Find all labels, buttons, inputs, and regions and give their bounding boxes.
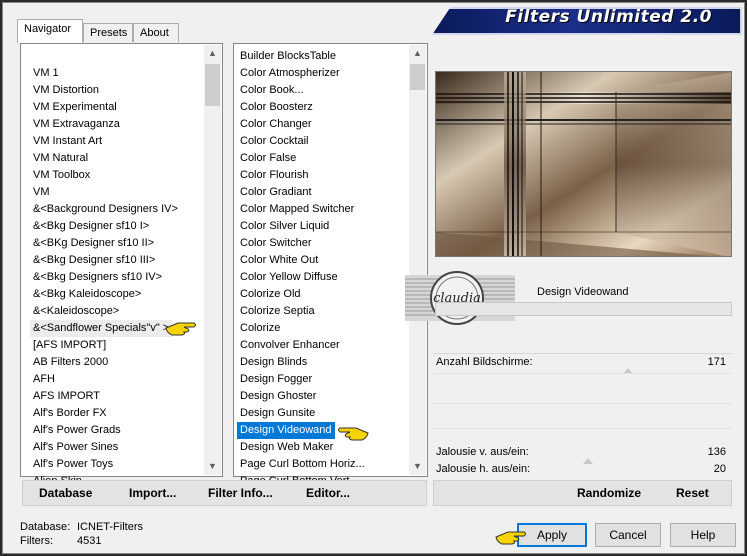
navigator-button-bar: Database Import... Filter Info... Editor… bbox=[22, 480, 427, 506]
filters-count-value: 4531 bbox=[77, 535, 102, 547]
filter-list-item[interactable]: Builder BlocksTable bbox=[237, 48, 339, 65]
tab-presets[interactable]: Presets bbox=[83, 23, 133, 42]
scroll-down-icon[interactable]: ▼ bbox=[204, 458, 221, 475]
param-value-jalousie-v[interactable]: 136 bbox=[708, 446, 726, 458]
tab-about[interactable]: About bbox=[133, 23, 179, 42]
scroll-thumb[interactable] bbox=[410, 64, 425, 90]
help-button[interactable]: Help bbox=[670, 523, 736, 547]
slider-thumb[interactable] bbox=[583, 455, 593, 464]
category-list-item[interactable]: VM Natural bbox=[30, 150, 91, 167]
filters-unlimited-window: Filters Unlimited 2.0 Navigator Presets … bbox=[2, 2, 745, 554]
slider-track bbox=[433, 403, 732, 404]
pointing-hand-icon bbox=[336, 424, 370, 442]
selected-filter-title: Design Videowand bbox=[537, 286, 629, 298]
param-label-anzahl: Anzahl Bildschirme: bbox=[436, 356, 533, 368]
param-value-jalousie-h[interactable]: 20 bbox=[714, 463, 726, 475]
filter-list-item[interactable]: Design Web Maker bbox=[237, 439, 336, 456]
slider-thumb[interactable] bbox=[623, 365, 633, 374]
filter-list-item[interactable]: Color Gradiant bbox=[237, 184, 315, 201]
editor-button[interactable]: Editor... bbox=[306, 486, 350, 500]
filter-list-item[interactable]: Color Flourish bbox=[237, 167, 311, 184]
scroll-thumb[interactable] bbox=[205, 64, 220, 106]
category-list-item[interactable]: AFS IMPORT bbox=[30, 388, 103, 405]
filters-count-label: Filters: bbox=[20, 535, 53, 547]
filter-list-item[interactable]: Color Switcher bbox=[237, 235, 315, 252]
filter-list-item[interactable]: Design Fogger bbox=[237, 371, 315, 388]
slider-track bbox=[433, 373, 732, 374]
filter-list-item[interactable]: Color Changer bbox=[237, 116, 315, 133]
category-list-item[interactable]: VM Extravaganza bbox=[30, 116, 123, 133]
filter-info-button[interactable]: Filter Info... bbox=[208, 486, 273, 500]
filter-list-panel: Builder BlocksTable Color Atmospherizer Co… bbox=[233, 43, 428, 487]
filter-list-item[interactable]: Design Videowand bbox=[237, 422, 335, 439]
reset-button[interactable]: Reset bbox=[676, 486, 709, 500]
category-list-item[interactable]: &<Background Designers IV> bbox=[30, 201, 181, 218]
filter-list-item[interactable]: Colorize Septia bbox=[237, 303, 318, 320]
filter-list-item[interactable]: Colorize bbox=[237, 320, 283, 337]
progress-bar bbox=[435, 302, 732, 316]
category-list-item[interactable]: Alf's Border FX bbox=[30, 405, 110, 422]
category-list-item[interactable]: &<Bkg Designers sf10 IV> bbox=[30, 269, 165, 286]
filter-list-item[interactable]: Color Boosterz bbox=[237, 99, 316, 116]
category-list-item[interactable]: VM 1 bbox=[30, 65, 62, 82]
preview-graphic bbox=[436, 72, 731, 256]
filter-list-item[interactable]: Color Silver Liquid bbox=[237, 218, 332, 235]
filter-list-item[interactable]: Design Ghoster bbox=[237, 388, 319, 405]
category-list-item[interactable]: &<Bkg Kaleidoscope> bbox=[30, 286, 144, 303]
category-list-item[interactable]: AFH bbox=[30, 371, 58, 388]
param-value-anzahl[interactable]: 171 bbox=[708, 356, 726, 368]
param-label-jalousie-v: Jalousie v. aus/ein: bbox=[436, 446, 529, 458]
banner-title: Filters Unlimited 2.0 bbox=[505, 7, 712, 27]
filter-list-item[interactable]: Color White Out bbox=[237, 252, 321, 269]
category-list-item[interactable]: VM Toolbox bbox=[30, 167, 93, 184]
filter-list-item[interactable]: Color Mapped Switcher bbox=[237, 201, 357, 218]
slider-track bbox=[433, 428, 732, 429]
category-list-item[interactable]: &<Sandflower Specials"v" > bbox=[30, 320, 173, 337]
slider-track bbox=[433, 353, 732, 354]
scroll-up-icon[interactable]: ▲ bbox=[204, 45, 221, 62]
filter-list-item[interactable]: Color Book... bbox=[237, 82, 307, 99]
category-list-item[interactable]: Alf's Power Toys bbox=[30, 456, 116, 473]
category-list-item[interactable]: &<BKg Designer sf10 II> bbox=[30, 235, 157, 252]
category-list-item[interactable]: AB Filters 2000 bbox=[30, 354, 111, 371]
scroll-up-icon[interactable]: ▲ bbox=[409, 45, 426, 62]
category-list-item[interactable]: Alf's Power Grads bbox=[30, 422, 124, 439]
category-list-item[interactable]: &<Kaleidoscope> bbox=[30, 303, 122, 320]
filter-list-item[interactable]: Design Gunsite bbox=[237, 405, 318, 422]
category-list-item[interactable]: &<Bkg Designer sf10 III> bbox=[30, 252, 158, 269]
database-value: ICNET-Filters bbox=[77, 521, 143, 533]
category-list-item[interactable]: [AFS IMPORT] bbox=[30, 337, 109, 354]
import-button[interactable]: Import... bbox=[129, 486, 176, 500]
category-list-item[interactable]: Alf's Power Sines bbox=[30, 439, 121, 456]
category-list-item[interactable]: VM Instant Art bbox=[30, 133, 105, 150]
filter-list-item[interactable]: Color False bbox=[237, 150, 299, 167]
pointing-hand-icon bbox=[164, 319, 198, 337]
filter-list-item[interactable]: Convolver Enhancer bbox=[237, 337, 343, 354]
filter-list-item[interactable]: Colorize Old bbox=[237, 286, 304, 303]
category-list-item[interactable]: VM bbox=[30, 184, 53, 201]
category-list-panel: VM 1 VM Distortion VM Experimental VM Extra… bbox=[20, 43, 223, 487]
filter-scrollbar[interactable]: ▲ ▼ bbox=[409, 45, 426, 475]
tab-navigator[interactable]: Navigator bbox=[17, 19, 83, 43]
param-label-jalousie-h: Jalousie h. aus/ein: bbox=[436, 463, 531, 475]
filter-list-item[interactable]: Page Curl Bottom Horiz... bbox=[237, 456, 368, 473]
cancel-button[interactable]: Cancel bbox=[595, 523, 661, 547]
database-button[interactable]: Database bbox=[39, 486, 92, 500]
randomize-button[interactable]: Randomize bbox=[577, 486, 641, 500]
scroll-down-icon[interactable]: ▼ bbox=[409, 458, 426, 475]
watermark-logo: claudia bbox=[405, 271, 515, 325]
database-label: Database: bbox=[20, 521, 71, 533]
filter-list-item[interactable]: Color Cocktail bbox=[237, 133, 311, 150]
filter-list-item[interactable]: Color Yellow Diffuse bbox=[237, 269, 341, 286]
preset-button-bar: Randomize Reset bbox=[433, 480, 732, 506]
category-list-item[interactable]: VM Experimental bbox=[30, 99, 120, 116]
filter-list-item[interactable]: Design Blinds bbox=[237, 354, 310, 371]
category-list-item[interactable]: &<Bkg Designer sf10 I> bbox=[30, 218, 152, 235]
pointing-hand-icon bbox=[494, 528, 528, 546]
filter-list-item[interactable]: Color Atmospherizer bbox=[237, 65, 343, 82]
category-scrollbar[interactable]: ▲ ▼ bbox=[204, 45, 221, 475]
filter-preview-image bbox=[435, 71, 732, 257]
category-list-item[interactable]: VM Distortion bbox=[30, 82, 102, 99]
